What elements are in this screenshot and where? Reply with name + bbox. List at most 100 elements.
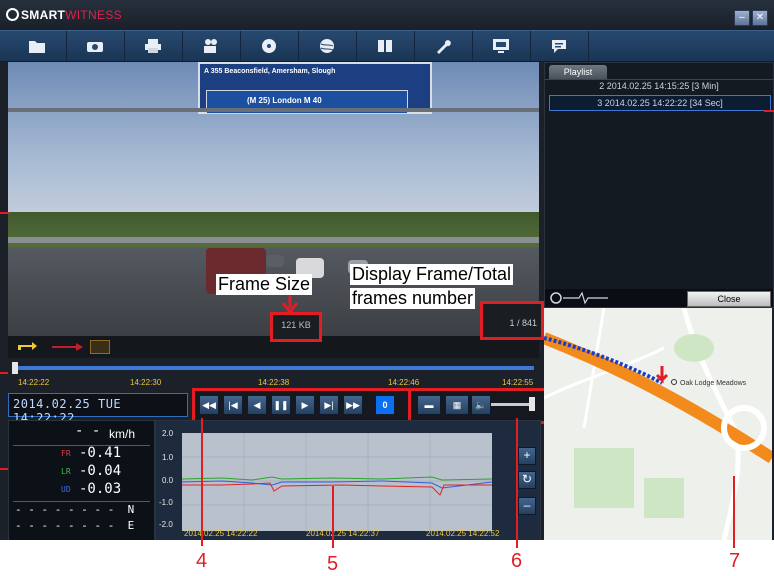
video-export-button[interactable] [182,31,241,61]
previous-file-button[interactable]: |◀ [223,395,243,415]
y-tick: 0.0 [162,476,174,485]
signal-slider-icon[interactable] [549,291,613,305]
settings-button[interactable] [414,31,473,61]
timeline-thumb[interactable] [12,362,18,374]
video-trees [8,212,539,252]
datetime-display: 2014.02.25 TUE 14:22:22 [8,393,188,425]
playlist-item-selected[interactable]: 3 2014.02.25 14:22:22 [34 Sec] [549,95,771,111]
zoom-in-button[interactable]: + [518,447,536,465]
book-icon [378,40,392,52]
main-toolbar [0,30,774,62]
left-pointer-3 [0,468,8,470]
map-poi-label: Oak Lodge Meadows [680,380,747,387]
split-view-button[interactable]: ▦ [445,395,469,415]
disc-button[interactable] [240,31,299,61]
play-button[interactable]: ▶ [295,395,315,415]
ud-value: -0.03 [79,481,122,497]
fast-forward-button[interactable]: ▶▶ [343,395,363,415]
map-panel[interactable]: Oak Lodge Meadows [544,308,772,540]
rewind-button[interactable]: ◀◀ [199,395,219,415]
playlist-item[interactable]: 2 2014.02.25 14:15:25 [3 Min] [549,79,769,93]
loop-icon[interactable] [16,340,40,354]
chat-button[interactable] [530,31,589,61]
folder-icon [29,41,45,53]
graph-lines [182,433,492,531]
display-frame-caption-1: Display Frame/Total [350,264,514,285]
speed-value: - - [75,423,101,439]
frame-count-value: 1 / 841 [509,318,537,328]
playlist-panel: Playlist 2 2014.02.25 14:15:25 [3 Min] 3… [544,62,774,308]
gsensor-graph: 2.0 1.0 0.0 -1.0 -2.0 2014.02.25 14:22:2… [155,420,541,540]
callout-line-4 [201,418,203,546]
callout-number-7: 7 [729,550,741,572]
globe-button[interactable] [298,31,357,61]
y-tick: 1.0 [162,453,174,462]
disc-icon [262,39,276,53]
view-volume-controls: ▬ ▦ 🔈 [408,388,548,424]
app-logo: SMARTWITNESS [6,8,122,22]
close-window-button[interactable]: ✕ [752,10,768,26]
monitor-button[interactable] [472,31,531,61]
snapshot-button[interactable] [66,31,125,61]
callout-number-4: 4 [196,550,208,572]
timeline-tick: 14:22:22 [18,378,50,387]
speed-unit: km/h [109,427,136,441]
pause-button[interactable]: ❚❚ [271,395,291,415]
callout-line-6 [516,418,518,548]
next-arrow-icon [52,343,83,351]
reset-graph-button[interactable]: ↻ [518,471,536,489]
frame-size-caption: Frame Size [216,274,313,295]
logo-bold: SMART [21,8,66,22]
next-file-button[interactable]: ▶| [319,395,339,415]
timeline-tick: 14:22:46 [388,378,420,387]
badge-icon [90,340,110,354]
x-tick: 2014.02.25 14:22:52 [426,529,500,538]
speed-counter[interactable]: 0 [375,395,395,415]
monitor-icon [493,39,509,53]
print-button[interactable] [124,31,183,61]
tab-playlist[interactable]: Playlist [549,65,607,79]
timeline-tick: 14:22:38 [258,378,290,387]
timeline-track[interactable] [14,366,534,370]
printer-icon [145,39,161,53]
y-tick: -1.0 [159,498,173,507]
callout-line-7 [733,476,735,548]
single-view-button[interactable]: ▬ [417,395,441,415]
display-frame-caption-2: frames number [350,288,476,309]
gantry-sign-bottom-text: (M 25) London M 40 [247,96,322,105]
timeline[interactable]: 14:22:22 14:22:30 14:22:38 14:22:46 14:2… [8,358,539,388]
wrench-icon [437,40,451,54]
chat-icon [552,40,566,53]
x-tick: 2014.02.25 14:22:22 [184,529,258,538]
frame-size-highlight: 121 KB [270,312,322,342]
close-playlist-button[interactable]: Close [687,291,771,307]
speed-panel: - - km/h FR -0.41 LR -0.04 UD -0.03 - - … [8,420,155,540]
video-camera-icon [204,39,217,53]
book-button[interactable] [356,31,415,61]
logo-light: WITNESS [65,8,122,22]
folder-button[interactable] [8,31,67,61]
window-controls: – ✕ [732,7,768,26]
callout-line-5 [332,486,334,548]
longitude: - - - - - - - - E [15,519,135,532]
gantry-beam [8,108,539,112]
fr-label: FR [61,449,71,458]
globe-icon [320,39,334,53]
minimize-button[interactable]: – [734,10,750,26]
video-barrier [8,237,539,243]
volume-slider-track[interactable] [491,403,531,406]
step-back-button[interactable]: ◀ [247,395,267,415]
playlist-footer: Close [545,289,773,307]
callout-number-5: 5 [327,553,339,575]
volume-icon[interactable]: 🔈 [471,395,491,415]
latitude: - - - - - - - - N [15,503,135,516]
left-pointer-2 [0,372,8,374]
fr-value: -0.41 [79,445,122,461]
timeline-tick: 14:22:30 [130,378,162,387]
zoom-out-button[interactable]: – [518,497,536,515]
divider [13,501,150,502]
right-pointer [764,110,774,112]
left-pointer-1 [0,212,10,214]
volume-slider-thumb[interactable] [529,397,535,411]
lr-value: -0.04 [79,463,122,479]
